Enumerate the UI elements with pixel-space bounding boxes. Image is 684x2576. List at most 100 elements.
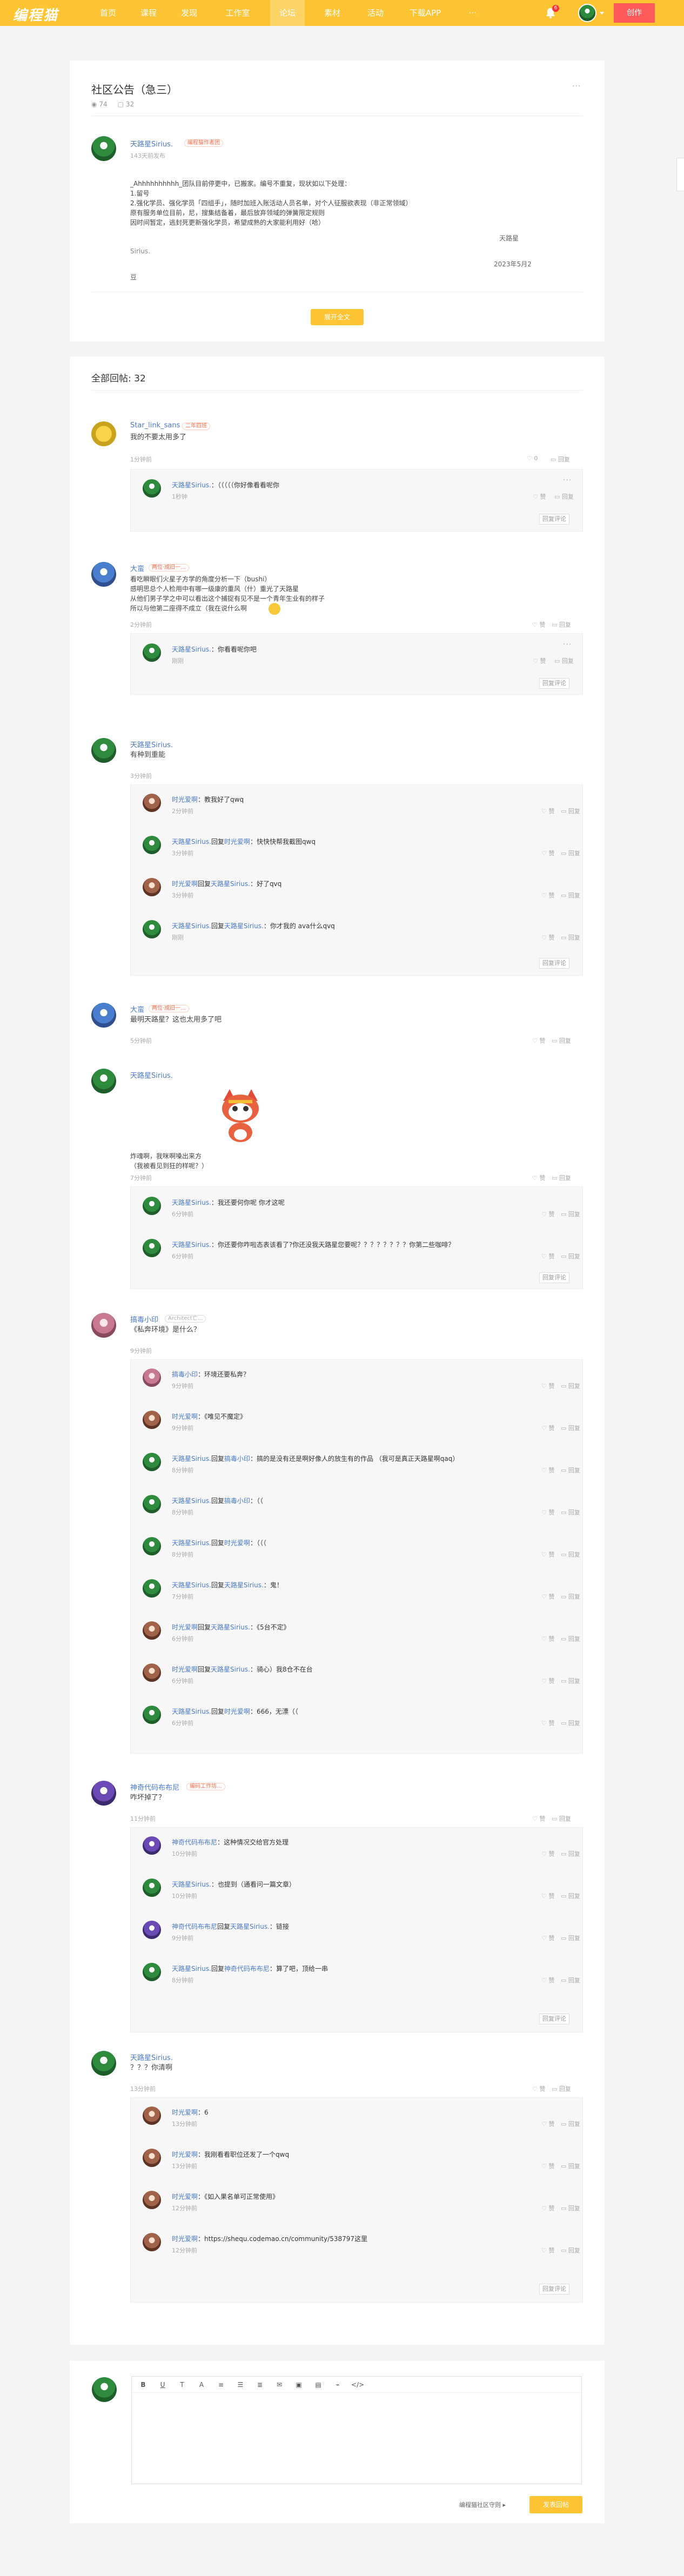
reply-button[interactable]: ▭ 回复: [561, 1976, 580, 1984]
comment-author[interactable]: 大蛮: [130, 1004, 144, 1014]
like-button[interactable]: ♡ 赞: [541, 1592, 554, 1601]
like-button[interactable]: ♡ 赞: [541, 2246, 554, 2255]
submit-reply-button[interactable]: 发表回帖: [529, 2496, 582, 2513]
reply-button[interactable]: ▭ 回复: [552, 1814, 571, 1823]
reply-button[interactable]: ▭ 回复: [561, 1466, 580, 1474]
emoji-icon[interactable]: ✉: [274, 2380, 284, 2390]
reply-button[interactable]: ▭ 回复: [552, 620, 571, 629]
avatar[interactable]: [143, 878, 161, 896]
avatar[interactable]: [143, 1706, 161, 1724]
nav-events[interactable]: 活动: [359, 0, 392, 26]
reply-comment-button[interactable]: 回复评论: [539, 514, 569, 525]
side-feedback-tab[interactable]: [676, 158, 684, 191]
reply-button[interactable]: ▭ 回复: [552, 2084, 571, 2093]
reply-button[interactable]: ▭ 回复: [561, 2162, 580, 2170]
avatar[interactable]: [143, 1537, 161, 1555]
reply-button[interactable]: ▭ 回复: [561, 2119, 580, 2128]
comment-author[interactable]: 大蛮: [130, 563, 144, 573]
reply-button[interactable]: ▭ 回复: [561, 933, 580, 942]
reply-button[interactable]: ▭ 回复: [561, 849, 580, 857]
like-button[interactable]: ♡ 赞: [533, 492, 546, 501]
like-button[interactable]: ♡ 赞: [532, 1036, 545, 1045]
avatar[interactable]: [143, 1621, 161, 1640]
reply-button[interactable]: ▭ 回复: [554, 492, 574, 501]
code-icon[interactable]: </>: [350, 2380, 365, 2390]
avatar[interactable]: [91, 1781, 116, 1806]
reply-button[interactable]: ▭ 回复: [561, 1634, 580, 1643]
avatar[interactable]: [91, 562, 116, 587]
underline-icon[interactable]: U: [158, 2380, 167, 2390]
avatar[interactable]: [91, 136, 116, 161]
avatar[interactable]: [143, 794, 161, 812]
like-button[interactable]: ♡ 赞: [541, 849, 554, 857]
avatar[interactable]: [143, 1836, 161, 1855]
like-button[interactable]: ♡ 赞: [541, 1934, 554, 1942]
reply-button[interactable]: ▭ 回复: [561, 1381, 580, 1390]
create-button[interactable]: 创作: [614, 3, 655, 23]
user-avatar[interactable]: [578, 4, 596, 22]
like-button[interactable]: ♡ 赞: [541, 1381, 554, 1390]
reply-button[interactable]: ▭ 回复: [561, 1550, 580, 1559]
reply-button[interactable]: ▭ 回复: [561, 1676, 580, 1685]
like-button[interactable]: ♡ 赞: [541, 807, 554, 815]
reply-comment-button[interactable]: 回复评论: [539, 1272, 569, 1283]
reply-comment-button[interactable]: 回复评论: [539, 2014, 569, 2024]
comment-author[interactable]: Star_link_sans: [130, 421, 180, 430]
site-logo[interactable]: 编程猫: [13, 4, 58, 24]
community-rules-link[interactable]: 编程猫社区守则 ▸: [459, 2500, 506, 2509]
table-icon[interactable]: ▤: [313, 2380, 323, 2390]
like-button[interactable]: ♡ 赞: [541, 1508, 554, 1517]
nav-materials[interactable]: 素材: [316, 0, 348, 26]
like-button[interactable]: ♡ 赞: [541, 1424, 554, 1432]
like-button[interactable]: ♡ 赞: [541, 891, 554, 900]
list-icon[interactable]: ☰: [236, 2380, 245, 2390]
like-button[interactable]: ♡ 赞: [532, 2084, 545, 2093]
like-button[interactable]: ♡ 赞: [532, 620, 545, 629]
reply-button[interactable]: ▭ 回复: [561, 1891, 580, 1900]
chevron-down-icon[interactable]: [600, 12, 604, 15]
avatar[interactable]: [143, 920, 161, 938]
like-button[interactable]: ♡ 赞: [541, 2162, 554, 2170]
like-button[interactable]: ♡ 赞: [541, 1550, 554, 1559]
align-icon[interactable]: ≡: [216, 2380, 226, 2390]
reply-button[interactable]: ▭ 回复: [561, 2204, 580, 2212]
reply-button[interactable]: ▭ 回复: [552, 1036, 571, 1045]
avatar[interactable]: [143, 1239, 161, 1257]
expand-post-button[interactable]: 展开全文: [311, 309, 364, 325]
like-button[interactable]: ♡ 赞: [532, 1173, 545, 1182]
reply-button[interactable]: ▭ 回复: [561, 1934, 580, 1942]
like-button[interactable]: ♡ 赞: [541, 1676, 554, 1685]
image-icon[interactable]: ▣: [294, 2380, 304, 2390]
like-button[interactable]: ♡ 赞: [541, 1466, 554, 1474]
like-button[interactable]: ♡ 赞: [533, 656, 546, 665]
reply-button[interactable]: ▭ 回复: [561, 1252, 580, 1260]
comment-author[interactable]: 天路星Sirius.: [130, 1070, 173, 1080]
nav-home[interactable]: 首页: [92, 0, 124, 26]
reply-comment-button[interactable]: 回复评论: [539, 678, 569, 689]
avatar[interactable]: [143, 1411, 161, 1429]
reply-button[interactable]: ▭ 回复: [561, 891, 580, 900]
avatar[interactable]: [143, 1579, 161, 1598]
comment-author[interactable]: 神奇代码布布尼: [130, 1782, 179, 1792]
reply-button[interactable]: ▭ 回复: [561, 1849, 580, 1858]
avatar[interactable]: [143, 1197, 161, 1215]
like-button[interactable]: ♡ 0: [527, 455, 538, 462]
like-button[interactable]: ♡ 赞: [541, 1891, 554, 1900]
nav-discover[interactable]: 发现: [173, 0, 205, 26]
comment-author[interactable]: 天路星Sirius.: [130, 739, 173, 749]
text-size-icon[interactable]: T: [177, 2380, 187, 2390]
avatar[interactable]: [143, 479, 161, 498]
avatar[interactable]: [91, 1003, 116, 1028]
avatar[interactable]: [143, 643, 161, 662]
like-button[interactable]: ♡ 赞: [541, 1976, 554, 1984]
nav-download-app[interactable]: 下载APP: [401, 0, 450, 26]
avatar[interactable]: [143, 1879, 161, 1897]
avatar[interactable]: [91, 421, 116, 446]
avatar[interactable]: [91, 1313, 116, 1338]
like-button[interactable]: ♡ 赞: [541, 2204, 554, 2212]
avatar[interactable]: [143, 2191, 161, 2209]
like-button[interactable]: ♡ 赞: [532, 1814, 545, 1823]
avatar[interactable]: [143, 1963, 161, 1981]
reply-editor[interactable]: B U T A ≡ ☰ ≣ ✉ ▣ ▤ ⌁ </>: [131, 2376, 582, 2484]
avatar[interactable]: [143, 1369, 161, 1387]
